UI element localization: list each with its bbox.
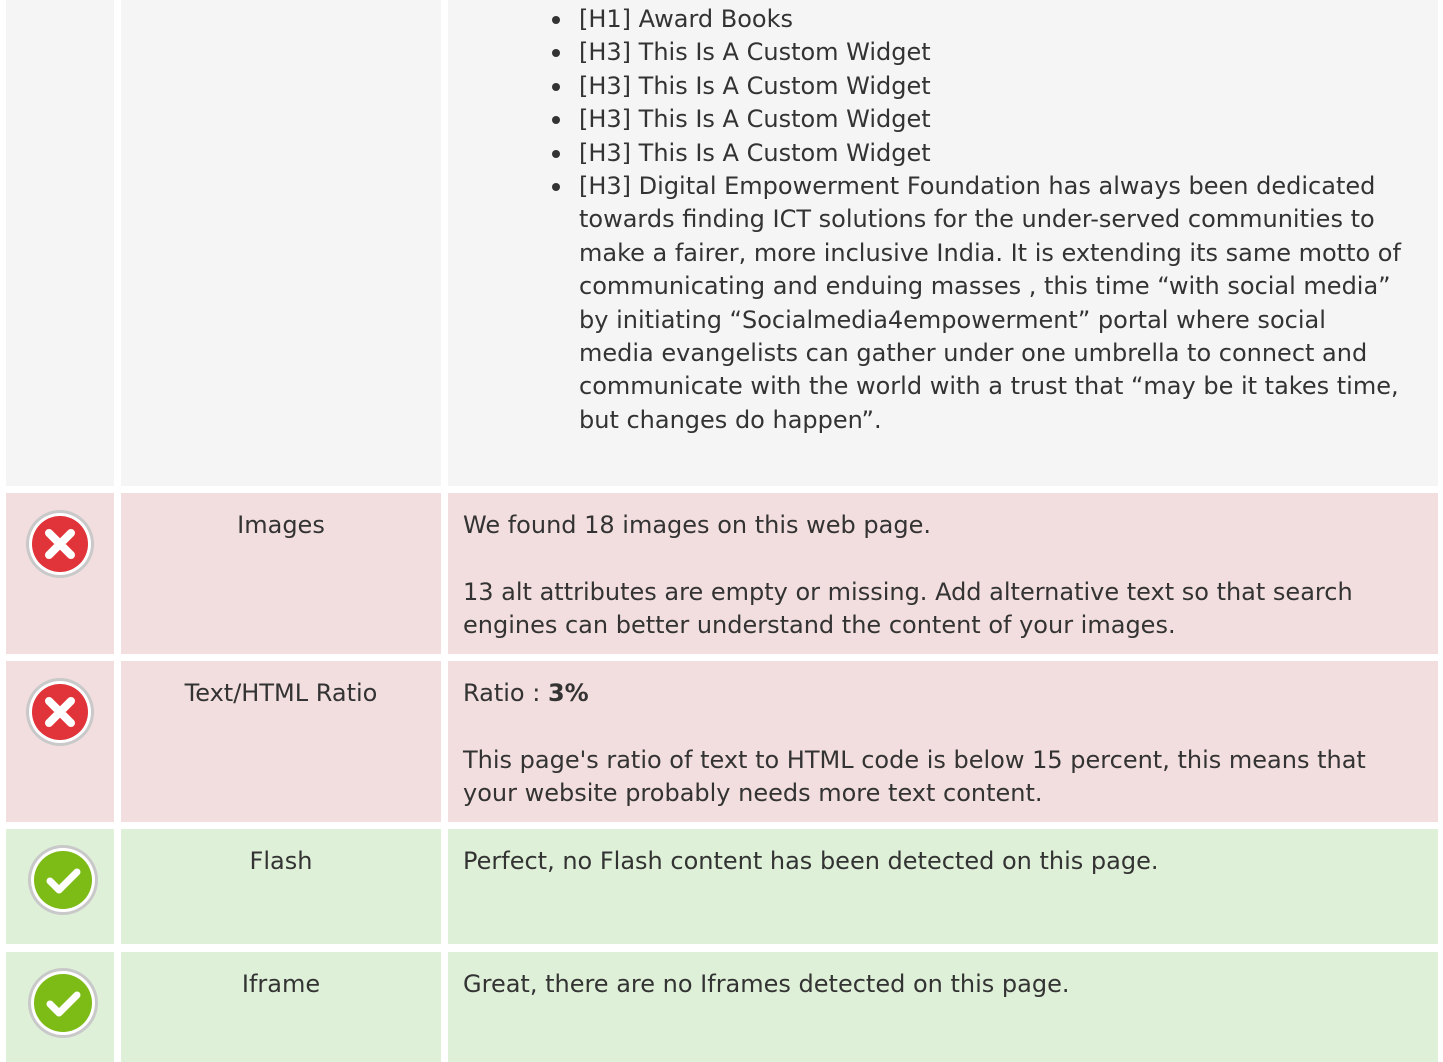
heading-item: [H3] This Is A Custom Widget <box>552 36 1408 69</box>
flash-label: Flash <box>249 847 313 875</box>
images-label-cell: Images <box>121 493 441 654</box>
error-x-icon <box>23 507 97 581</box>
ratio-check-row: Text/HTML Ratio Ratio : 3% This page's r… <box>0 661 1443 822</box>
images-label: Images <box>237 511 325 539</box>
headings-row: [H1] Award Books [H3] This Is A Custom W… <box>0 0 1443 486</box>
iframe-icon-cell <box>6 952 114 1062</box>
heading-item: [H3] This Is A Custom Widget <box>552 103 1408 136</box>
heading-item: [H3] Digital Empowerment Foundation has … <box>552 170 1408 437</box>
ratio-summary: Ratio : 3% <box>463 661 1408 710</box>
ratio-label-cell: Text/HTML Ratio <box>121 661 441 822</box>
ratio-label: Text/HTML Ratio <box>184 679 378 707</box>
ratio-advice: This page's ratio of text to HTML code i… <box>463 746 1366 807</box>
images-advice: 13 alt attributes are empty or missing. … <box>463 578 1353 639</box>
ratio-value: 3% <box>547 679 589 707</box>
flash-content-cell: Perfect, no Flash content has been detec… <box>448 829 1438 944</box>
headings-icon-cell <box>6 0 114 486</box>
iframe-content-cell: Great, there are no Iframes detected on … <box>448 952 1438 1062</box>
ratio-prefix: Ratio : <box>463 679 548 707</box>
images-content-cell: We found 18 images on this web page. 13 … <box>448 493 1438 654</box>
flash-check-row: Flash Perfect, no Flash content has been… <box>0 829 1443 944</box>
ratio-icon-cell <box>6 661 114 822</box>
check-icon <box>26 843 100 917</box>
headings-content-cell: [H1] Award Books [H3] This Is A Custom W… <box>448 0 1438 486</box>
heading-item: [H3] This Is A Custom Widget <box>552 70 1408 103</box>
heading-item: [H1] Award Books <box>552 3 1408 36</box>
ratio-content-cell: Ratio : 3% This page's ratio of text to … <box>448 661 1438 822</box>
images-summary: We found 18 images on this web page. <box>463 511 931 539</box>
headings-list: [H1] Award Books [H3] This Is A Custom W… <box>463 0 1408 437</box>
images-check-row: Images We found 18 images on this web pa… <box>0 493 1443 654</box>
headings-label-cell <box>121 0 441 486</box>
check-icon <box>26 966 100 1040</box>
iframe-label: Iframe <box>241 970 321 998</box>
iframe-check-row: Iframe Great, there are no Iframes detec… <box>0 952 1443 1062</box>
flash-label-cell: Flash <box>121 829 441 944</box>
iframe-summary: Great, there are no Iframes detected on … <box>463 970 1070 998</box>
iframe-label-cell: Iframe <box>121 952 441 1062</box>
images-icon-cell <box>6 493 114 654</box>
heading-item: [H3] This Is A Custom Widget <box>552 137 1408 170</box>
flash-icon-cell <box>6 829 114 944</box>
flash-summary: Perfect, no Flash content has been detec… <box>463 847 1159 875</box>
error-x-icon <box>23 675 97 749</box>
